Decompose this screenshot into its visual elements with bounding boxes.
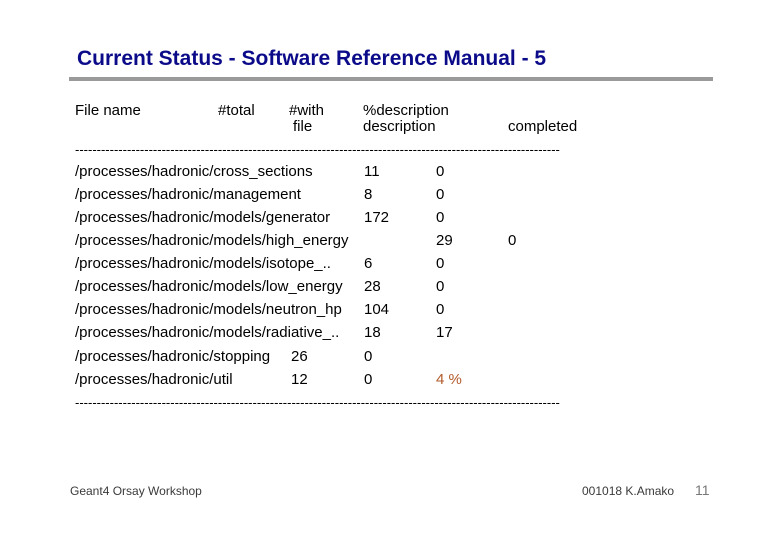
footer-workshop: Geant4 Orsay Workshop: [70, 484, 202, 498]
row-with: 17: [436, 324, 453, 341]
header-completed: completed: [508, 118, 578, 135]
row-with: 0: [436, 301, 445, 318]
row-pct: 0: [508, 232, 517, 249]
row-with: 29: [436, 232, 453, 249]
header-description-line2: description: [363, 118, 436, 135]
row-total: 26: [291, 348, 308, 365]
row-path: /processes/hadronic/stopping: [75, 348, 271, 365]
row-with: 0: [436, 209, 445, 226]
row-total: 28: [364, 278, 381, 295]
row-path: /processes/hadronic/models/isotope_..: [75, 255, 331, 272]
row-path: /processes/hadronic/util: [75, 371, 233, 388]
footer-author: 001018 K.Amako: [582, 484, 675, 498]
summary-percentage: 4 %: [436, 371, 462, 388]
header-file-name: File name: [75, 102, 141, 119]
row-with: 0: [436, 278, 445, 295]
header-with-line1: #with: [289, 102, 325, 119]
row-total: 18: [364, 324, 381, 341]
row-path: /processes/hadronic/models/low_energy: [75, 278, 343, 295]
row-path: /processes/hadronic/cross_sections: [75, 163, 313, 180]
page-number: 11: [695, 482, 710, 498]
row-with: 0: [364, 371, 373, 388]
row-total: 11: [364, 163, 380, 180]
row-path: /processes/hadronic/models/radiative_..: [75, 324, 340, 341]
row-path: /processes/hadronic/models/neutron_hp: [75, 301, 342, 318]
row-with: 0: [436, 186, 445, 203]
row-path: /processes/hadronic/models/high_energy: [75, 232, 349, 249]
header-total: #total: [218, 102, 255, 119]
title-underline: [69, 77, 713, 81]
row-total: 172: [364, 209, 390, 226]
row-total: 104: [364, 301, 390, 318]
row-total: 12: [291, 371, 308, 388]
separator-bottom: ----------------------------------------…: [75, 396, 560, 409]
row-path: /processes/hadronic/management: [75, 186, 301, 203]
separator-top: ----------------------------------------…: [75, 143, 560, 156]
row-path: /processes/hadronic/models/generator: [75, 209, 331, 226]
row-with: 0: [436, 163, 445, 180]
row-with: 0: [436, 255, 445, 272]
row-total: 6: [364, 255, 373, 272]
row-total: 8: [364, 186, 373, 203]
row-with: 0: [364, 348, 373, 365]
slide-title: Current Status - Software Reference Manu…: [77, 47, 547, 70]
header-description-line1: %description: [363, 102, 449, 119]
header-with-line2: file: [293, 118, 313, 135]
